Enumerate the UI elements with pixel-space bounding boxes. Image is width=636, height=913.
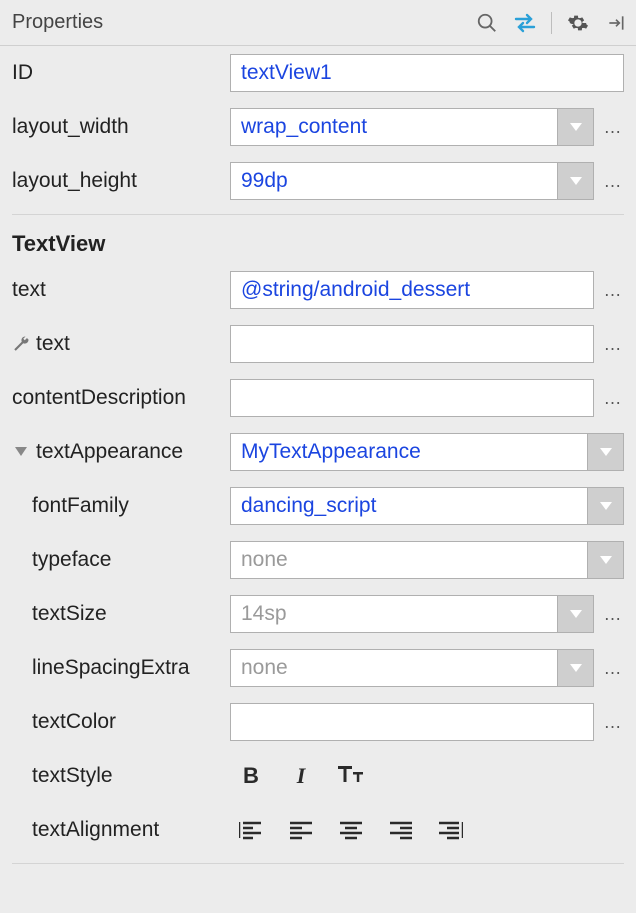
panel-toolbar xyxy=(475,11,628,35)
row-font-family: fontFamily dancing_script xyxy=(12,479,624,533)
select-text-size-placeholder: 14sp xyxy=(241,602,557,626)
more-button-text-size[interactable]: … xyxy=(602,604,624,625)
label-font-family: fontFamily xyxy=(12,494,230,518)
select-layout-height-value: 99dp xyxy=(241,169,557,193)
bottom-divider xyxy=(12,863,624,864)
label-layout-height: layout_height xyxy=(12,169,230,193)
label-tools-text-text: text xyxy=(36,332,70,356)
more-button-content-description[interactable]: … xyxy=(602,388,624,409)
chevron-down-icon[interactable] xyxy=(587,488,623,524)
row-line-spacing-extra: lineSpacingExtra none … xyxy=(12,641,624,695)
label-tools-text: text xyxy=(12,332,230,356)
search-icon[interactable] xyxy=(475,11,499,35)
align-view-start-button[interactable] xyxy=(232,813,270,847)
select-line-spacing-extra[interactable]: none xyxy=(230,649,594,687)
select-text-appearance[interactable]: MyTextAppearance xyxy=(230,433,624,471)
input-tools-text[interactable] xyxy=(230,325,594,363)
gear-icon[interactable] xyxy=(566,11,590,35)
chevron-down-icon[interactable] xyxy=(587,542,623,578)
all-caps-button[interactable] xyxy=(332,759,370,793)
select-layout-width[interactable]: wrap_content xyxy=(230,108,594,146)
label-text-alignment: textAlignment xyxy=(12,818,230,842)
chevron-down-icon[interactable] xyxy=(557,163,593,199)
caret-down-icon[interactable] xyxy=(12,443,30,461)
text-alignment-buttons xyxy=(230,813,470,847)
chevron-down-icon[interactable] xyxy=(557,650,593,686)
minimize-icon[interactable] xyxy=(604,11,628,35)
select-text-size[interactable]: 14sp xyxy=(230,595,594,633)
align-view-end-button[interactable] xyxy=(432,813,470,847)
row-text-alignment: textAlignment xyxy=(12,803,624,857)
panel-body: ID textView1 layout_width wrap_content …… xyxy=(0,46,636,872)
more-button-layout-width[interactable]: … xyxy=(602,117,624,138)
row-layout-height: layout_height 99dp … xyxy=(12,154,624,208)
section-divider xyxy=(12,214,624,215)
more-button-tools-text[interactable]: … xyxy=(602,334,624,355)
italic-button[interactable]: I xyxy=(282,759,320,793)
label-text-appearance-text: textAppearance xyxy=(36,440,183,464)
label-text-color: textColor xyxy=(12,710,230,734)
label-typeface: typeface xyxy=(12,548,230,572)
label-layout-width: layout_width xyxy=(12,115,230,139)
row-text-size: textSize 14sp … xyxy=(12,587,624,641)
label-text-size: textSize xyxy=(12,602,230,626)
label-text-style: textStyle xyxy=(12,764,230,788)
bold-button[interactable]: B xyxy=(232,759,270,793)
label-line-spacing-extra: lineSpacingExtra xyxy=(12,656,230,680)
align-left-button[interactable] xyxy=(282,813,320,847)
select-typeface[interactable]: none xyxy=(230,541,624,579)
chevron-down-icon[interactable] xyxy=(557,109,593,145)
label-id: ID xyxy=(12,61,230,85)
row-tools-text: text … xyxy=(12,317,624,371)
more-button-line-spacing-extra[interactable]: … xyxy=(602,658,624,679)
label-text-appearance: textAppearance xyxy=(12,440,230,464)
chevron-down-icon[interactable] xyxy=(587,434,623,470)
section-heading-textview: TextView xyxy=(12,223,624,263)
select-font-family[interactable]: dancing_script xyxy=(230,487,624,525)
more-button-text-color[interactable]: … xyxy=(602,712,624,733)
row-id: ID textView1 xyxy=(12,46,624,100)
input-content-description[interactable] xyxy=(230,379,594,417)
properties-panel: Properties ID textView1 layout_wi xyxy=(0,0,636,913)
swap-arrows-icon[interactable] xyxy=(513,11,537,35)
chevron-down-icon[interactable] xyxy=(557,596,593,632)
select-line-spacing-extra-placeholder: none xyxy=(241,656,557,680)
more-button-text[interactable]: … xyxy=(602,280,624,301)
row-text-color: textColor … xyxy=(12,695,624,749)
select-typeface-placeholder: none xyxy=(241,548,587,572)
label-text: text xyxy=(12,278,230,302)
label-content-description: contentDescription xyxy=(12,386,230,410)
select-font-family-value: dancing_script xyxy=(241,494,587,518)
row-layout-width: layout_width wrap_content … xyxy=(12,100,624,154)
align-right-button[interactable] xyxy=(382,813,420,847)
text-style-buttons: B I xyxy=(230,759,370,793)
input-text-color[interactable] xyxy=(230,703,594,741)
input-id[interactable]: textView1 xyxy=(230,54,624,92)
row-text-appearance: textAppearance MyTextAppearance xyxy=(12,425,624,479)
row-text: text @string/android_dessert … xyxy=(12,263,624,317)
toolbar-separator xyxy=(551,12,552,34)
select-layout-width-value: wrap_content xyxy=(241,115,557,139)
row-text-style: textStyle B I xyxy=(12,749,624,803)
align-center-button[interactable] xyxy=(332,813,370,847)
row-content-description: contentDescription … xyxy=(12,371,624,425)
select-text-appearance-value: MyTextAppearance xyxy=(241,440,587,464)
wrench-icon xyxy=(12,335,30,353)
select-layout-height[interactable]: 99dp xyxy=(230,162,594,200)
input-text[interactable]: @string/android_dessert xyxy=(230,271,594,309)
panel-title: Properties xyxy=(12,11,475,34)
more-button-layout-height[interactable]: … xyxy=(602,171,624,192)
row-typeface: typeface none xyxy=(12,533,624,587)
panel-header: Properties xyxy=(0,0,636,46)
